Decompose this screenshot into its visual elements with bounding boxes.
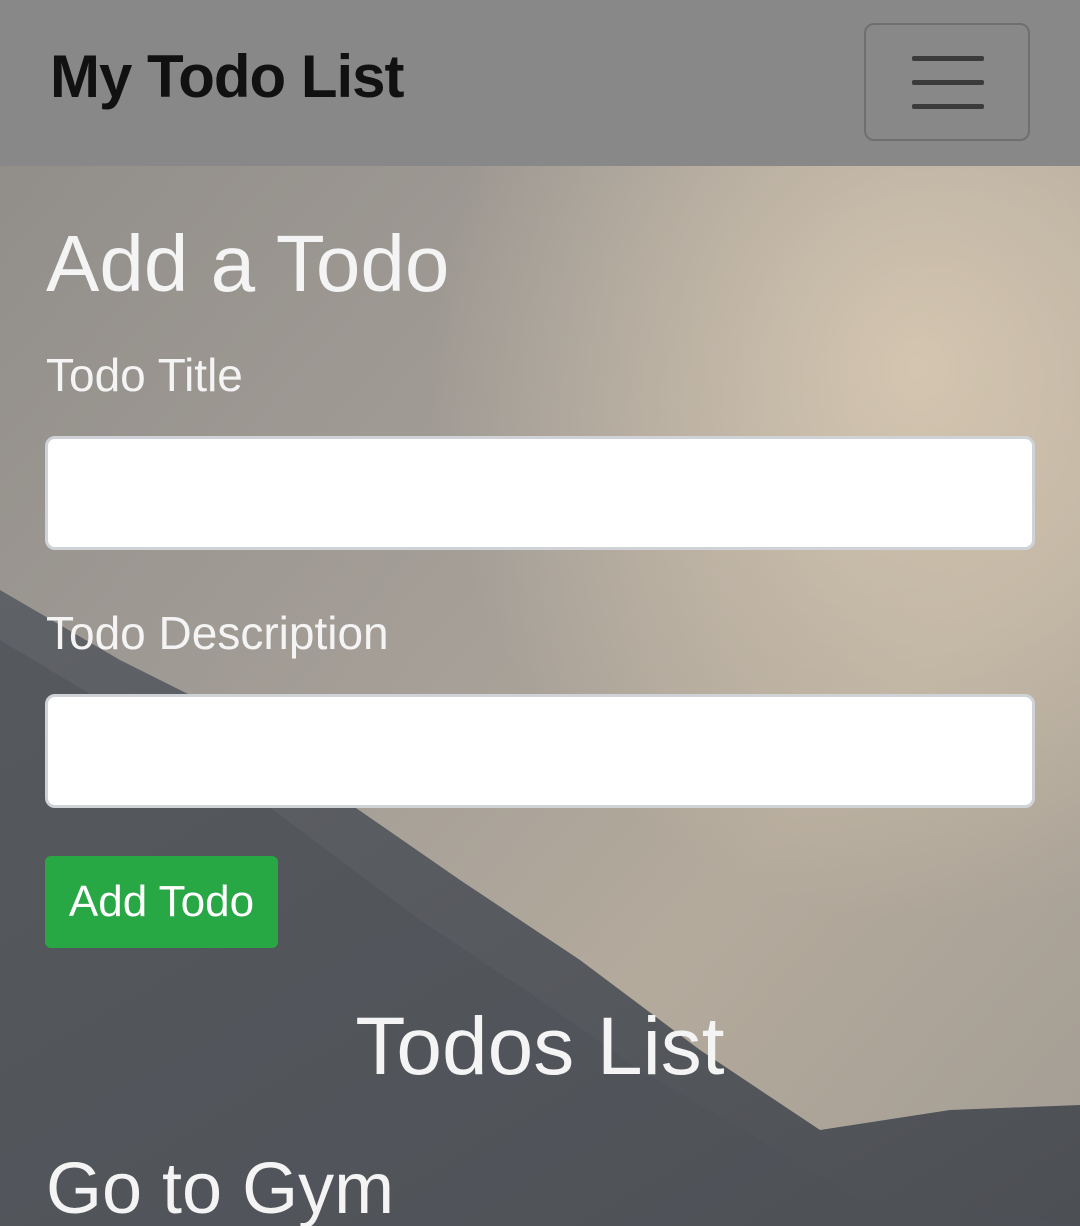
todos-list-heading: Todos List bbox=[355, 1001, 725, 1092]
add-todo-button[interactable]: Add Todo bbox=[45, 856, 278, 948]
navbar-toggler-button[interactable] bbox=[864, 23, 1030, 141]
todo-description-label: Todo Description bbox=[46, 607, 389, 659]
todo-title-label: Todo Title bbox=[46, 349, 243, 401]
main-content: Add a Todo Todo Title Todo Description A… bbox=[0, 0, 1080, 1226]
navbar: My Todo List bbox=[0, 0, 1080, 166]
todo-item-title: Go to Gym bbox=[46, 1149, 395, 1226]
navbar-brand[interactable]: My Todo List bbox=[50, 42, 405, 111]
todo-title-input[interactable] bbox=[45, 436, 1035, 550]
todo-description-input[interactable] bbox=[45, 694, 1035, 808]
add-todo-heading: Add a Todo bbox=[46, 219, 450, 308]
